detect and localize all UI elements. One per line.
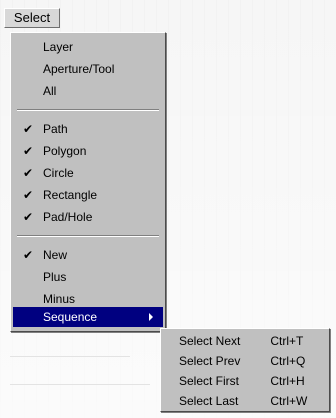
menu-item-label: Layer	[43, 40, 74, 54]
select-menu-button[interactable]: Select	[4, 8, 60, 28]
menu-item-label: Path	[43, 122, 68, 136]
menu-item-layer[interactable]: Layer	[13, 37, 163, 57]
menu-item-minus[interactable]: Minus	[13, 289, 163, 309]
submenu-item-select-last[interactable]: Select Last Ctrl+W	[163, 391, 327, 411]
submenu-item-label: Select Prev	[179, 354, 241, 368]
menu-item-plus[interactable]: Plus	[13, 267, 163, 287]
submenu-item-shortcut: Ctrl+T	[270, 334, 304, 348]
submenu-item-label: Select First	[179, 374, 240, 388]
menu-item-label: New	[43, 248, 68, 262]
menu-item-label: Minus	[43, 292, 76, 306]
submenu-item-select-prev[interactable]: Select Prev Ctrl+Q	[163, 351, 327, 371]
submenu-arrow-icon	[149, 313, 153, 321]
background-line	[10, 384, 150, 385]
menu-item-all[interactable]: All	[13, 81, 163, 101]
menu-item-label: Polygon	[43, 144, 87, 158]
menu-item-label: Pad/Hole	[43, 210, 93, 224]
menu-item-label: Plus	[43, 270, 67, 284]
submenu-item-shortcut: Ctrl+W	[270, 394, 308, 408]
menu-item-label: Circle	[43, 166, 74, 180]
menu-item-label: Sequence	[43, 310, 98, 324]
checkmark-icon: ✔	[23, 122, 34, 136]
submenu-item-label: Select Last	[179, 394, 239, 408]
checkmark-icon: ✔	[23, 166, 34, 180]
checkmark-icon: ✔	[23, 188, 34, 202]
submenu-item-select-next[interactable]: Select Next Ctrl+T	[163, 331, 327, 351]
menu-item-label: All	[43, 84, 57, 98]
menu-item-aperture-tool[interactable]: Aperture/Tool	[13, 59, 163, 79]
submenu-item-shortcut: Ctrl+H	[270, 374, 305, 388]
sequence-submenu: Select Next Ctrl+T Select Prev Ctrl+Q Se…	[160, 328, 330, 412]
select-dropdown-menu: Layer Aperture/Tool All ✔ Path ✔ Polygon…	[10, 32, 166, 332]
checkmark-icon: ✔	[23, 248, 34, 262]
checkmark-icon: ✔	[23, 144, 34, 158]
checkmark-icon: ✔	[23, 210, 34, 224]
submenu-item-select-first[interactable]: Select First Ctrl+H	[163, 371, 327, 391]
menu-item-pad-hole[interactable]: ✔ Pad/Hole	[13, 207, 163, 227]
menu-item-new[interactable]: ✔ New	[13, 245, 163, 265]
menu-item-label: Aperture/Tool	[43, 62, 115, 76]
menu-item-sequence[interactable]: Sequence	[13, 307, 163, 327]
select-menu-label: Select	[13, 10, 51, 25]
submenu-item-label: Select Next	[179, 334, 241, 348]
submenu-item-shortcut: Ctrl+Q	[270, 354, 306, 368]
menu-item-path[interactable]: ✔ Path	[13, 119, 163, 139]
menu-item-rectangle[interactable]: ✔ Rectangle	[13, 185, 163, 205]
menu-separator	[17, 109, 159, 111]
menu-item-label: Rectangle	[43, 188, 98, 202]
menu-item-polygon[interactable]: ✔ Polygon	[13, 141, 163, 161]
menu-separator	[17, 235, 159, 237]
background-line	[10, 356, 130, 357]
menu-item-circle[interactable]: ✔ Circle	[13, 163, 163, 183]
